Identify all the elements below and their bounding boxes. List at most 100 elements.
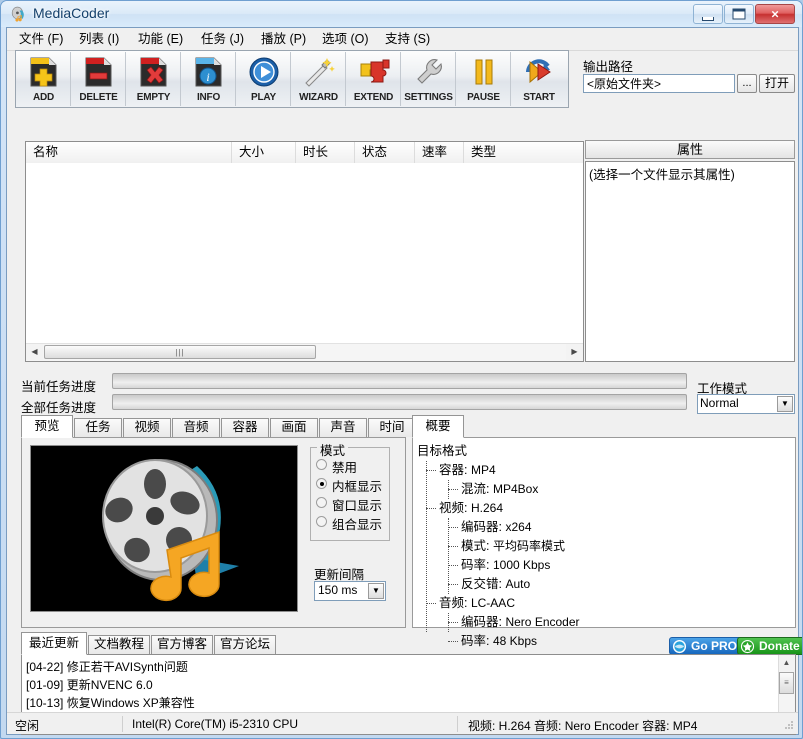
toolbar-label-start: START — [523, 92, 555, 103]
preview-mode-group: 模式 禁用 内框显示 窗口显示 组合显示 — [310, 440, 390, 541]
toolbar-button-pause[interactable]: PAUSE — [457, 52, 511, 106]
tab-official-forum[interactable]: 官方论坛 — [214, 635, 276, 654]
column-header-size[interactable]: 大小 — [232, 142, 296, 163]
tab-recent-updates[interactable]: 最近更新 — [21, 632, 87, 655]
toolbar-button-settings[interactable]: SETTINGS — [402, 52, 456, 106]
chevron-down-icon[interactable]: ▼ — [368, 583, 384, 599]
output-path-input[interactable] — [583, 74, 735, 93]
news-item-0[interactable]: [04-22] 修正若干AVISynth问题 — [26, 658, 188, 676]
resize-grip-icon[interactable] — [783, 719, 795, 731]
window-title: MediaCoder — [33, 5, 110, 21]
tree-node-deinterlace[interactable]: 反交错: Auto — [417, 575, 793, 594]
tree-key: 编码器 — [461, 615, 499, 629]
tree-key: 视频 — [439, 501, 465, 515]
maximize-button[interactable] — [724, 4, 754, 24]
minimize-button[interactable] — [693, 4, 723, 24]
empty-list-icon — [140, 57, 166, 87]
tree-node-video-encoder[interactable]: 编码器: x264 — [417, 518, 793, 537]
news-scrollbar-thumb[interactable]: ≡ — [779, 672, 794, 694]
output-path-label: 输出路径 — [583, 60, 634, 74]
scrollbar-thumb[interactable]: ||| — [44, 345, 316, 359]
toolbar-label-delete: DELETE — [79, 92, 118, 103]
radio-label: 组合显示 — [332, 518, 383, 532]
status-state: 空闲 — [15, 719, 40, 733]
file-list[interactable]: 名称 大小 时长 状态 速率 类型 ◀ ▶ ||| — [25, 141, 584, 362]
menu-list[interactable]: 列表 (I) — [73, 31, 125, 48]
current-progress-label: 当前任务进度 — [21, 380, 97, 394]
menu-support[interactable]: 支持 (S) — [379, 31, 436, 48]
file-list-body[interactable] — [26, 163, 583, 342]
tab-task[interactable]: 任务 — [74, 418, 122, 437]
update-interval-dropdown[interactable]: 150 ms ▼ — [314, 581, 386, 601]
tree-node-container[interactable]: 容器: MP4 — [417, 461, 793, 480]
tree-value: LC-AAC — [470, 596, 515, 610]
tree-key: 混流 — [461, 482, 487, 496]
column-header-duration[interactable]: 时长 — [296, 142, 355, 163]
news-item-1[interactable]: [01-09] 更新NVENC 6.0 — [26, 676, 153, 694]
tab-official-blog[interactable]: 官方博客 — [151, 635, 213, 654]
tree-node-video-mode[interactable]: 模式: 平均码率模式 — [417, 537, 793, 556]
tree-node-audio[interactable]: 音频: LC-AAC — [417, 594, 793, 613]
chevron-down-icon[interactable]: ▼ — [777, 396, 793, 412]
tree-node-video-bitrate[interactable]: 码率: 1000 Kbps — [417, 556, 793, 575]
scroll-up-arrow-icon[interactable]: ▲ — [779, 655, 794, 671]
tab-audio[interactable]: 音频 — [172, 418, 220, 437]
tab-time[interactable]: 时间 — [368, 418, 416, 437]
tree-node-video[interactable]: 视频: H.264 — [417, 499, 793, 518]
scroll-right-arrow-icon[interactable]: ▶ — [566, 344, 583, 360]
summary-tree: 目标格式 容器: MP4 混流: MP4Box 视频: H.264 编码器: x… — [417, 442, 793, 651]
tree-key: 码率 — [461, 558, 487, 572]
tree-key: 编码器 — [461, 520, 499, 534]
main-toolbar: ADD DELETE EMPTY i INFO PLAY WIZARD EXTE… — [15, 50, 569, 108]
column-header-status[interactable]: 状态 — [355, 142, 415, 163]
tab-preview[interactable]: 预览 — [21, 415, 73, 438]
star-icon — [740, 639, 755, 654]
output-path-browse-button[interactable]: ... — [737, 74, 757, 93]
menu-options[interactable]: 选项 (O) — [316, 31, 375, 48]
toolbar-button-delete[interactable]: DELETE — [72, 52, 126, 106]
tab-container[interactable]: 容器 — [221, 418, 269, 437]
menu-play[interactable]: 播放 (P) — [255, 31, 312, 48]
toolbar-button-play[interactable]: PLAY — [237, 52, 291, 106]
file-list-horizontal-scrollbar[interactable]: ◀ ▶ ||| — [26, 343, 583, 361]
tree-node-audio-encoder[interactable]: 编码器: Nero Encoder — [417, 613, 793, 632]
output-path-open-button[interactable]: 打开 — [759, 74, 795, 93]
tab-summary[interactable]: 概要 — [412, 415, 464, 438]
wizard-wand-icon — [304, 58, 335, 87]
toolbar-button-start[interactable]: START — [512, 52, 566, 106]
work-mode-dropdown[interactable]: Normal ▼ — [697, 394, 795, 414]
toolbar-button-info[interactable]: i INFO — [182, 52, 236, 106]
menu-task[interactable]: 任务 (J) — [195, 31, 250, 48]
toolbar-button-empty[interactable]: EMPTY — [127, 52, 181, 106]
title-bar: MediaCoder × — [1, 1, 802, 27]
tab-video[interactable]: 视频 — [123, 418, 171, 437]
file-list-header: 名称 大小 时长 状态 速率 类型 — [26, 142, 583, 164]
tree-node-muxer[interactable]: 混流: MP4Box — [417, 480, 793, 499]
tree-value: Nero Encoder — [505, 615, 580, 629]
tab-picture[interactable]: 画面 — [270, 418, 318, 437]
application-window: MediaCoder × 文件 (F) 列表 (I) 功能 (E) 任务 (J)… — [0, 0, 803, 739]
column-header-rate[interactable]: 速率 — [415, 142, 464, 163]
minimize-icon — [702, 17, 714, 21]
current-progress-bar — [112, 373, 687, 389]
news-item-2[interactable]: [10-13] 恢复Windows XP兼容性 — [26, 694, 195, 712]
toolbar-button-extend[interactable]: EXTEND — [347, 52, 401, 106]
preview-panel: 模式 禁用 内框显示 窗口显示 组合显示 更新间隔 150 ms ▼ — [21, 437, 406, 628]
tree-value: Auto — [505, 577, 531, 591]
preview-video-area[interactable] — [30, 445, 298, 612]
tab-documentation[interactable]: 文档教程 — [88, 635, 150, 654]
close-button[interactable]: × — [755, 4, 795, 24]
go-pro-button[interactable]: Go PRO — [669, 637, 746, 655]
menu-bar: 文件 (F) 列表 (I) 功能 (E) 任务 (J) 播放 (P) 选项 (O… — [7, 28, 798, 51]
toolbar-button-add[interactable]: ADD — [17, 52, 71, 106]
donate-button[interactable]: Donate — [737, 637, 802, 655]
menu-function[interactable]: 功能 (E) — [132, 31, 189, 48]
tree-value: 平均码率模式 — [492, 539, 565, 553]
column-header-type[interactable]: 类型 — [464, 142, 583, 163]
globe-icon — [672, 639, 687, 654]
scroll-left-arrow-icon[interactable]: ◀ — [26, 344, 43, 360]
tab-sound[interactable]: 声音 — [319, 418, 367, 437]
menu-file[interactable]: 文件 (F) — [13, 31, 69, 48]
toolbar-button-wizard[interactable]: WIZARD — [292, 52, 346, 106]
column-header-name[interactable]: 名称 — [26, 142, 232, 163]
